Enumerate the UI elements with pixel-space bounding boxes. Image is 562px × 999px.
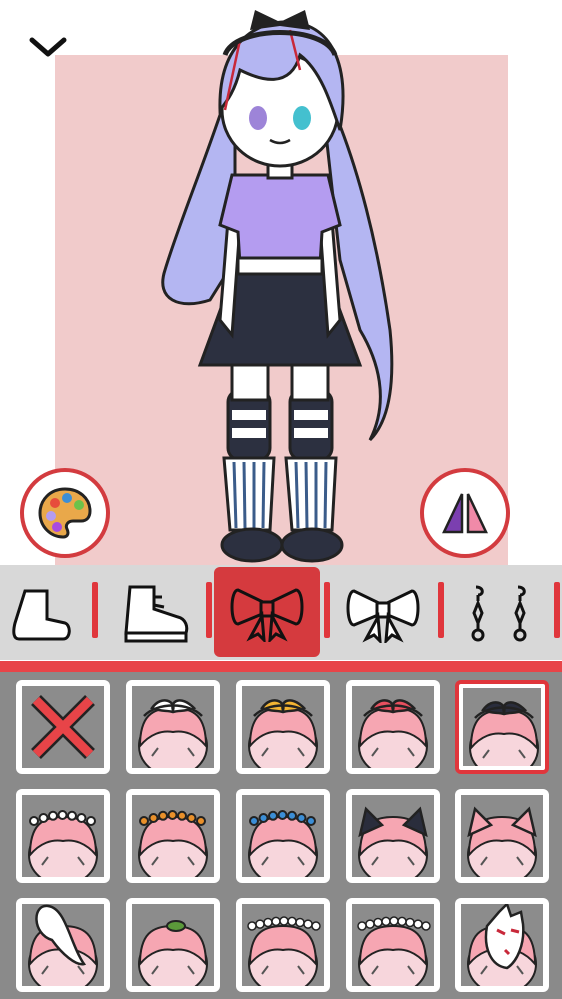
flip-character-button[interactable]	[420, 468, 510, 558]
accessory-ribbon-icon	[469, 701, 539, 766]
accessory-flowers-icon	[138, 810, 208, 877]
item-thumbnail	[22, 686, 104, 768]
accessory-ears-icon	[467, 806, 537, 877]
item-flowers-orange[interactable]	[126, 789, 220, 883]
flip-mirror-icon	[442, 493, 488, 534]
tab-divider	[92, 582, 98, 638]
tab-divider	[554, 582, 560, 638]
avatar-stage	[0, 0, 562, 565]
item-thumbnail	[22, 904, 104, 986]
accessory-flowers-icon	[28, 810, 98, 877]
item-thumbnail	[22, 795, 104, 877]
accessory-ribbon-icon	[248, 699, 318, 768]
sock-icon	[12, 589, 71, 640]
item-ears-black[interactable]	[346, 789, 440, 883]
tab-hair-accessory-back[interactable]	[328, 565, 438, 660]
category-tabs	[0, 565, 562, 660]
item-flowers-white[interactable]	[16, 789, 110, 883]
shoe-icon	[124, 585, 189, 642]
item-lace-white[interactable]	[236, 898, 330, 992]
accessory-ribbon-icon	[138, 699, 208, 768]
item-thumbnail	[463, 688, 541, 766]
item-thumbnail	[132, 686, 214, 768]
bow-outline-icon	[346, 588, 420, 643]
accessory-ears-icon	[358, 806, 428, 877]
bow-filled-icon	[230, 588, 304, 642]
accessory-ribbon-icon	[358, 699, 428, 768]
item-thumbnail	[352, 904, 434, 986]
item-thumbnail	[461, 904, 543, 986]
palette-icon	[38, 487, 92, 539]
item-thumbnail	[461, 795, 543, 877]
item-thumbnail	[352, 686, 434, 768]
item-thumbnail	[352, 795, 434, 877]
item-ribbon-black[interactable]	[455, 680, 549, 774]
item-ears-pink[interactable]	[455, 789, 549, 883]
item-lace-white-2[interactable]	[346, 898, 440, 992]
item-ribbon-yellow[interactable]	[236, 680, 330, 774]
accessory-flowers-icon	[248, 810, 318, 877]
tab-shoes[interactable]	[100, 565, 210, 660]
item-thumbnail	[242, 795, 324, 877]
avatar-character	[161, 10, 394, 563]
accessory-lace-icon	[247, 916, 321, 986]
chevron-down-icon	[29, 37, 67, 57]
item-none[interactable]	[16, 680, 110, 774]
tab-divider	[206, 582, 212, 638]
remove-x-icon	[31, 695, 95, 759]
category-underline	[0, 661, 562, 672]
item-flowers-blue[interactable]	[236, 789, 330, 883]
accessory-bunny-icon	[28, 904, 98, 986]
item-thumbnail	[132, 904, 214, 986]
item-thumbnail	[132, 795, 214, 877]
color-palette-button[interactable]	[20, 468, 110, 558]
item-ribbon-white[interactable]	[126, 680, 220, 774]
collapse-button[interactable]	[26, 30, 70, 66]
tab-socks[interactable]	[0, 565, 95, 660]
item-bunny-ear[interactable]	[16, 898, 110, 992]
item-grid	[0, 672, 562, 999]
accessory-lace-icon	[357, 916, 431, 986]
tab-earrings[interactable]	[442, 565, 552, 660]
item-thumbnail	[242, 904, 324, 986]
accessory-leaf-icon	[138, 920, 208, 986]
item-fox-mask[interactable]	[455, 898, 549, 992]
tab-hair-accessory-front[interactable]	[214, 567, 320, 657]
item-ribbon-red[interactable]	[346, 680, 440, 774]
item-thumbnail	[242, 686, 324, 768]
item-leaf-clip[interactable]	[126, 898, 220, 992]
earring-icon	[471, 585, 527, 641]
accessory-mask-icon	[467, 904, 537, 986]
